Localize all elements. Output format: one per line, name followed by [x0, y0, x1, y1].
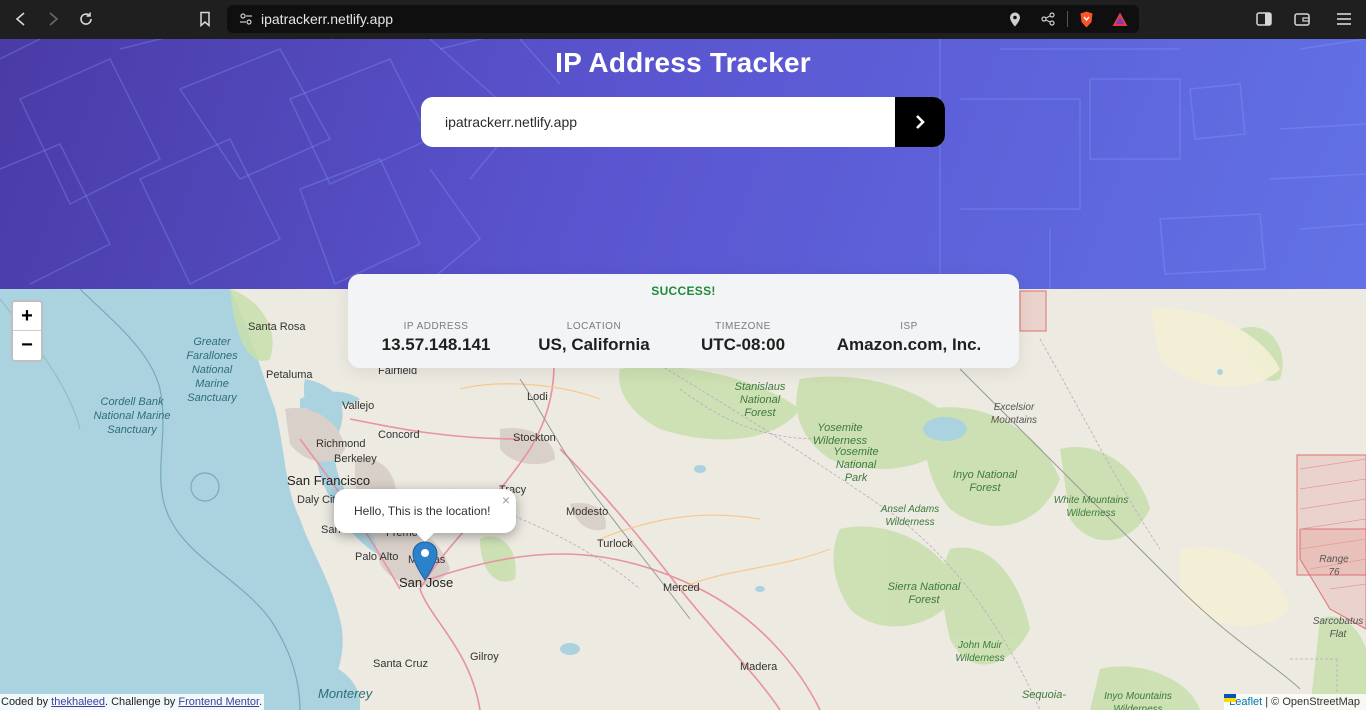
- forward-icon[interactable]: [42, 8, 64, 30]
- place-label: Madera: [740, 661, 778, 673]
- place-label: Richmond: [316, 438, 366, 450]
- place-label: Santa Cruz: [373, 658, 429, 670]
- footer-credit: Coded by thekhaleed. Challenge by Fronte…: [0, 694, 265, 710]
- place-label: Petaluma: [266, 369, 313, 381]
- search-form: [421, 97, 945, 147]
- menu-icon[interactable]: [1333, 8, 1355, 30]
- url-text: ipatrackerr.netlify.app: [261, 11, 394, 27]
- chevron-right-icon: [916, 115, 925, 129]
- field-label: IP ADDRESS: [403, 321, 469, 332]
- area-label: Monterey: [318, 686, 373, 701]
- field-value: UTC-08:00: [700, 335, 786, 354]
- status-badge: SUCCESS!: [651, 284, 716, 298]
- place-label: Modesto: [566, 506, 609, 518]
- place-label: Palo Alto: [355, 551, 399, 563]
- map-attribution: Leaflet | © OpenStreetMap: [1224, 694, 1366, 710]
- zoom-controls: + −: [11, 300, 43, 362]
- area-label: Excelsior Mountains: [990, 402, 1038, 426]
- place-label: Turlock: [597, 538, 633, 550]
- area-label: Inyo Mountains Wilderness: [1104, 691, 1172, 710]
- browser-toolbar: ipatrackerr.netlify.app: [0, 0, 1366, 39]
- field-label: LOCATION: [566, 321, 622, 332]
- ukraine-flag-icon: [1224, 694, 1237, 702]
- area-label: Sierra National Forest: [887, 581, 961, 606]
- area-label: Stanislaus National Forest: [734, 381, 786, 419]
- location-field: LOCATION US, California: [528, 321, 660, 355]
- frontend-mentor-link[interactable]: Frontend Mentor: [178, 696, 259, 708]
- share-icon[interactable]: [1040, 11, 1056, 27]
- area-label: John Muir Wilderness: [955, 640, 1005, 664]
- field-value: 13.57.148.141: [381, 335, 491, 354]
- area-label: Sarcobatus Flat: [1312, 616, 1364, 640]
- search-submit-button[interactable]: [895, 97, 945, 147]
- area-label: White Mountains Wilderness: [1053, 495, 1129, 519]
- place-label: Stockton: [513, 432, 556, 444]
- area-label: Cordell Bank National Marine Sanctuary: [93, 396, 171, 436]
- zoom-out-button[interactable]: −: [13, 331, 41, 360]
- area-label: Yosemite National Park: [833, 446, 879, 484]
- place-label: Gilroy: [470, 651, 499, 663]
- area-label: Yosemite Wilderness: [812, 422, 868, 447]
- page-title: IP Address Tracker: [555, 47, 811, 78]
- sidebar-toggle-icon[interactable]: [1253, 8, 1275, 30]
- field-label: ISP: [900, 321, 918, 332]
- reload-icon[interactable]: [75, 8, 97, 30]
- area-label: Range 76: [1319, 554, 1349, 578]
- back-icon[interactable]: [10, 8, 32, 30]
- hero-header: IP Address Tracker: [0, 39, 1366, 289]
- popup-close-button[interactable]: ×: [502, 492, 510, 508]
- ip-address-field: IP ADDRESS 13.57.148.141: [370, 321, 502, 355]
- location-pin-icon[interactable]: [1007, 11, 1023, 27]
- place-label: San Francisco: [287, 473, 371, 488]
- field-label: TIMEZONE: [715, 321, 771, 332]
- area-label: Inyo National Forest: [952, 469, 1018, 494]
- ip-info-card: SUCCESS! IP ADDRESS 13.57.148.141 LOCATI…: [348, 274, 1019, 368]
- brave-shields-icon[interactable]: [1078, 11, 1094, 27]
- ip-search-input[interactable]: [421, 97, 895, 147]
- site-settings-icon[interactable]: [239, 12, 253, 31]
- place-label: Berkeley: [334, 453, 377, 465]
- wallet-icon[interactable]: [1291, 8, 1313, 30]
- field-value: US, California: [538, 335, 650, 354]
- field-value: Amazon.com, Inc.: [836, 335, 982, 354]
- place-label: Lodi: [527, 391, 548, 403]
- area-label: Sequoia-: [1021, 689, 1067, 701]
- place-label: Santa Rosa: [248, 321, 306, 333]
- popup-text: Hello, This is the location!: [354, 504, 491, 518]
- address-bar[interactable]: ipatrackerr.netlify.app: [227, 5, 1139, 33]
- area-label: Greater Farallones National Marine Sanct…: [186, 336, 238, 404]
- place-label: Merced: [663, 582, 700, 594]
- bookmark-icon[interactable]: [194, 8, 216, 30]
- toolbar-divider: [1067, 11, 1068, 27]
- isp-field: ISP Amazon.com, Inc.: [826, 321, 992, 355]
- timezone-field: TIMEZONE UTC-08:00: [678, 321, 808, 355]
- zoom-in-button[interactable]: +: [13, 302, 41, 331]
- place-label: Concord: [378, 429, 420, 441]
- credit-middle: . Challenge by: [104, 696, 176, 708]
- credit-end: .: [259, 696, 263, 708]
- brave-rewards-icon[interactable]: [1112, 11, 1128, 27]
- location-popup: Hello, This is the location! ×: [334, 489, 516, 542]
- author-link[interactable]: thekhaleed: [51, 696, 105, 708]
- credit-prefix: Coded by: [1, 696, 49, 708]
- place-label: Vallejo: [342, 400, 375, 412]
- osm-attribution: | © OpenStreetMap: [1265, 696, 1360, 708]
- area-label: Ansel Adams Wilderness: [880, 504, 940, 528]
